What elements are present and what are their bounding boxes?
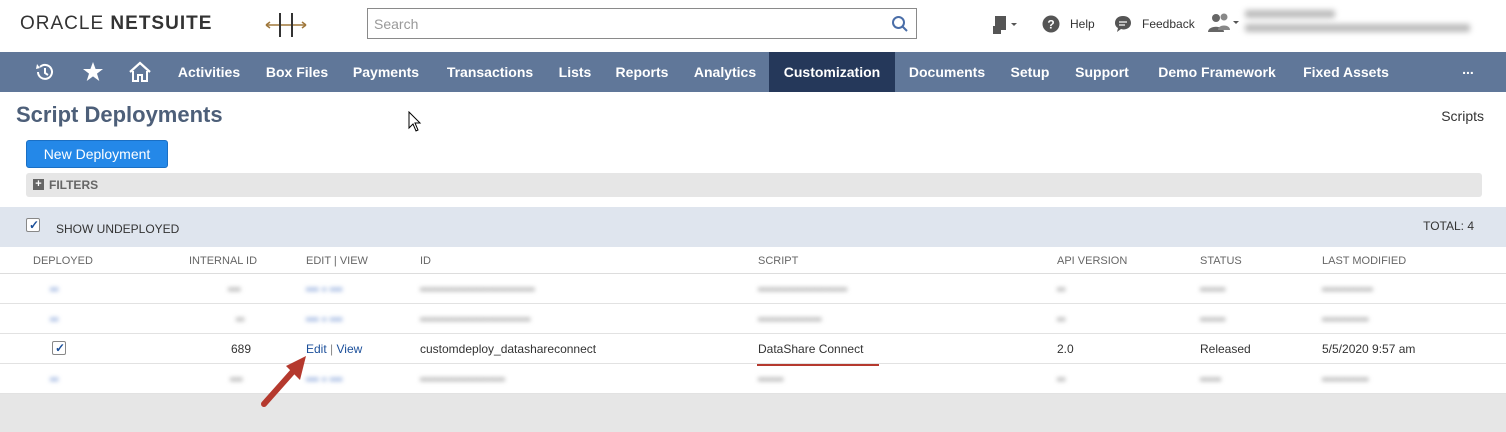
- nav-reports[interactable]: Reports: [603, 52, 681, 92]
- script-name[interactable]: DataShare Connect: [758, 342, 863, 356]
- main-nav: Activities Box Files Payments Transactio…: [0, 52, 1506, 92]
- redacted-id: ▪▪▪▪▪▪▪▪▪▪▪▪▪▪▪▪▪▪▪▪▪▪▪▪▪▪: [420, 312, 531, 326]
- col-script[interactable]: SCRIPT: [758, 255, 798, 267]
- filters-label: FILTERS: [49, 178, 99, 192]
- deployed-checkbox-redacted[interactable]: ▪▪: [50, 312, 59, 326]
- redacted-api-version: ▪▪: [1057, 312, 1066, 326]
- logo-oracle: ORACLE: [20, 13, 105, 34]
- col-internal-id[interactable]: INTERNAL ID: [189, 255, 257, 267]
- nav-analytics[interactable]: Analytics: [682, 52, 768, 92]
- redacted-last-modified: ▪▪▪▪▪▪▪▪▪▪▪: [1322, 312, 1369, 326]
- view-link[interactable]: View: [336, 342, 362, 356]
- table-row: ▪▪ ▪▪ ▪▪▪ ▪ ▪▪▪ ▪▪▪▪▪▪▪▪▪▪▪▪▪▪▪▪▪▪▪▪▪▪▪▪…: [0, 304, 1506, 334]
- deployed-checkbox-redacted[interactable]: ▪▪: [50, 282, 59, 296]
- list-options-bar: ✓ SHOW UNDEPLOYED TOTAL: 4: [0, 207, 1506, 247]
- col-api-version[interactable]: API VERSION: [1057, 255, 1127, 267]
- table-row: ▪▪ ▪▪▪ ▪▪▪ ▪ ▪▪▪ ▪▪▪▪▪▪▪▪▪▪▪▪▪▪▪▪▪▪▪▪ ▪▪…: [0, 364, 1506, 394]
- redacted-status: ▪▪▪▪▪▪: [1200, 282, 1226, 296]
- nav-payments[interactable]: Payments: [340, 52, 432, 92]
- user-account-info[interactable]: [1245, 10, 1475, 40]
- nav-box-files[interactable]: Box Files: [255, 52, 339, 92]
- redacted-script[interactable]: ▪▪▪▪▪▪: [758, 372, 784, 386]
- col-edit-view: EDIT | VIEW: [306, 255, 368, 267]
- checkmark-icon: ✓: [55, 341, 66, 355]
- table-header: DEPLOYED INTERNAL ID EDIT | VIEW ID SCRI…: [0, 247, 1506, 274]
- logo-netsuite: NETSUITE: [110, 13, 213, 34]
- redacted-id: ▪▪▪▪▪▪▪▪▪▪▪▪▪▪▪▪▪▪▪▪▪▪▪▪▪▪▪: [420, 282, 535, 296]
- redacted-internal-id: ▪▪▪: [228, 282, 241, 296]
- redacted-internal-id: ▪▪▪: [230, 372, 243, 386]
- table-row: ✓ 689 Edit | View customdeploy_datashare…: [0, 334, 1506, 364]
- api-version: 2.0: [1057, 342, 1074, 356]
- page-header: Script Deployments Scripts New Deploymen…: [0, 92, 1506, 207]
- script-underline-annotation: [757, 364, 879, 366]
- last-modified: 5/5/2020 9:57 am: [1322, 342, 1416, 356]
- help-link[interactable]: Help: [1070, 17, 1095, 31]
- recent-records-icon[interactable]: [34, 61, 56, 83]
- col-id[interactable]: ID: [420, 255, 431, 267]
- edit-view-links: Edit | View: [306, 342, 363, 356]
- company-brandmark-icon: [265, 13, 307, 37]
- home-icon[interactable]: [129, 61, 151, 83]
- total-count: TOTAL: 4: [1423, 219, 1474, 233]
- oracle-netsuite-logo[interactable]: ORACLE NETSUITE: [20, 13, 212, 35]
- feedback-link[interactable]: Feedback: [1142, 17, 1195, 31]
- deployed-checkbox[interactable]: ✓: [52, 341, 66, 355]
- search-input[interactable]: [368, 9, 868, 38]
- expand-plus-icon[interactable]: +: [33, 179, 44, 190]
- shortcuts-star-icon[interactable]: [82, 61, 104, 83]
- nav-fixed-assets[interactable]: Fixed Assets: [1292, 52, 1400, 92]
- redacted-edit-view[interactable]: ▪▪▪ ▪ ▪▪▪: [306, 282, 342, 296]
- top-header: ORACLE NETSUITE ? Help: [0, 0, 1506, 52]
- redacted-script[interactable]: ▪▪▪▪▪▪▪▪▪▪▪▪▪▪▪: [758, 312, 822, 326]
- redacted-status: ▪▪▪▪▪: [1200, 372, 1222, 386]
- scripts-link[interactable]: Scripts: [1441, 108, 1484, 124]
- redacted-api-version: ▪▪: [1057, 372, 1066, 386]
- nav-demo-framework[interactable]: Demo Framework: [1143, 52, 1291, 92]
- new-deployment-button[interactable]: New Deployment: [26, 140, 168, 168]
- feedback-icon[interactable]: [1114, 15, 1132, 33]
- svg-text:?: ?: [1047, 18, 1054, 32]
- nav-activities[interactable]: Activities: [165, 52, 253, 92]
- annotation-arrow-icon: [261, 356, 306, 407]
- page-title: Script Deployments: [16, 102, 223, 127]
- status: Released: [1200, 342, 1251, 356]
- show-undeployed-label: SHOW UNDEPLOYED: [56, 222, 180, 236]
- redacted-script[interactable]: ▪▪▪▪▪▪▪▪▪▪▪▪▪▪▪▪▪▪▪▪▪: [758, 282, 847, 296]
- nav-more[interactable]: ...: [1450, 49, 1486, 89]
- redacted-status: ▪▪▪▪▪▪: [1200, 312, 1226, 326]
- nav-setup[interactable]: Setup: [999, 52, 1061, 92]
- create-new-icon[interactable]: [992, 14, 1018, 36]
- internal-id: 689: [231, 342, 252, 356]
- checkmark-icon: ✓: [29, 218, 40, 232]
- search-icon[interactable]: [891, 15, 909, 33]
- col-status[interactable]: STATUS: [1200, 255, 1242, 267]
- redacted-edit-view[interactable]: ▪▪▪ ▪ ▪▪▪: [306, 312, 342, 326]
- roles-icon[interactable]: [1207, 12, 1239, 34]
- redacted-last-modified: ▪▪▪▪▪▪▪▪▪▪▪: [1322, 372, 1369, 386]
- redacted-id: ▪▪▪▪▪▪▪▪▪▪▪▪▪▪▪▪▪▪▪▪: [420, 372, 506, 386]
- nav-customization[interactable]: Customization: [769, 52, 895, 92]
- nav-support[interactable]: Support: [1062, 52, 1142, 92]
- nav-transactions[interactable]: Transactions: [433, 52, 547, 92]
- redacted-last-modified: ▪▪▪▪▪▪▪▪▪▪▪▪: [1322, 282, 1374, 296]
- nav-lists[interactable]: Lists: [548, 52, 602, 92]
- deployment-id: customdeploy_datashareconnect: [420, 342, 597, 356]
- nav-documents[interactable]: Documents: [896, 52, 998, 92]
- mouse-pointer-icon: [408, 111, 422, 132]
- col-last-modified[interactable]: LAST MODIFIED: [1322, 255, 1406, 267]
- redacted-internal-id: ▪▪: [236, 312, 245, 326]
- deployed-checkbox-redacted[interactable]: ▪▪: [50, 372, 59, 386]
- netsuite-app: ORACLE NETSUITE ? Help: [0, 0, 1506, 432]
- redacted-api-version: ▪▪: [1057, 282, 1066, 296]
- empty-area: [0, 394, 1506, 432]
- table-row: ▪▪ ▪▪▪ ▪▪▪ ▪ ▪▪▪ ▪▪▪▪▪▪▪▪▪▪▪▪▪▪▪▪▪▪▪▪▪▪▪…: [0, 274, 1506, 304]
- global-search[interactable]: [367, 8, 917, 39]
- help-icon[interactable]: ?: [1042, 15, 1060, 33]
- show-undeployed-checkbox[interactable]: ✓: [26, 218, 40, 232]
- filters-toggle[interactable]: + FILTERS: [26, 173, 1482, 197]
- col-deployed[interactable]: DEPLOYED: [33, 255, 93, 267]
